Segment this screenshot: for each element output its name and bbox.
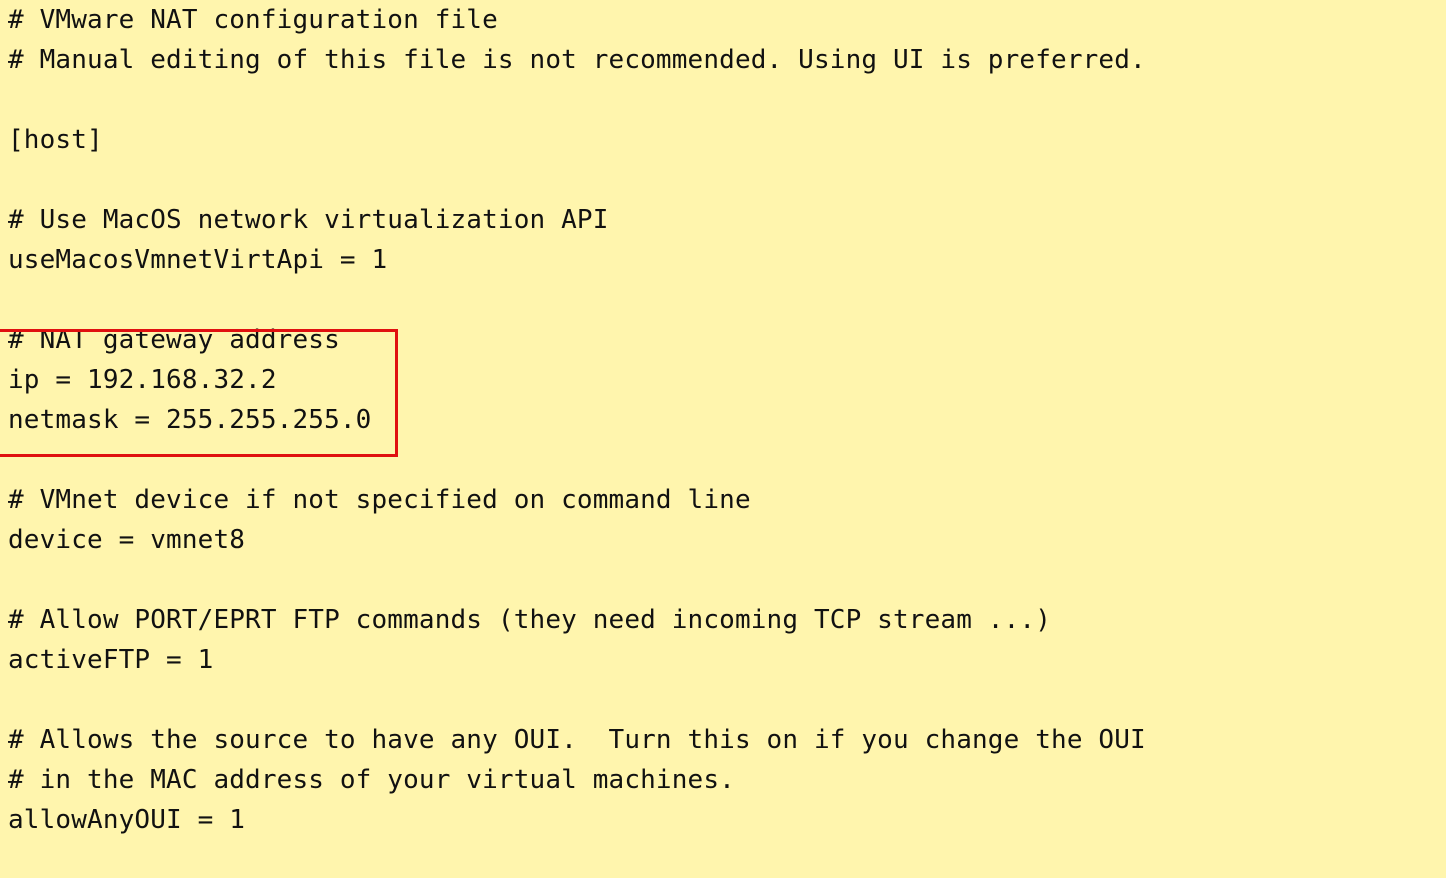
highlight-box — [0, 329, 398, 457]
config-file-editor[interactable]: # VMware NAT configuration file # Manual… — [0, 0, 1446, 878]
setting-line: activeFTP = 1 — [8, 645, 214, 675]
comment-line: # in the MAC address of your virtual mac… — [8, 765, 735, 795]
comment-line: # Manual editing of this file is not rec… — [8, 45, 1146, 75]
comment-line: # Use MacOS network virtualization API — [8, 205, 609, 235]
comment-line: # Allow PORT/EPRT FTP commands (they nee… — [8, 605, 1052, 635]
setting-line: allowAnyOUI = 1 — [8, 805, 246, 835]
setting-line: useMacosVmnetVirtApi = 1 — [8, 245, 388, 275]
comment-line: # VMware NAT configuration file — [8, 5, 498, 35]
comment-line: # VMnet device if not specified on comma… — [8, 485, 751, 515]
setting-line: device = vmnet8 — [8, 525, 246, 555]
comment-line: # Allows the source to have any OUI. Tur… — [8, 725, 1146, 755]
section-header: [host] — [8, 125, 103, 155]
